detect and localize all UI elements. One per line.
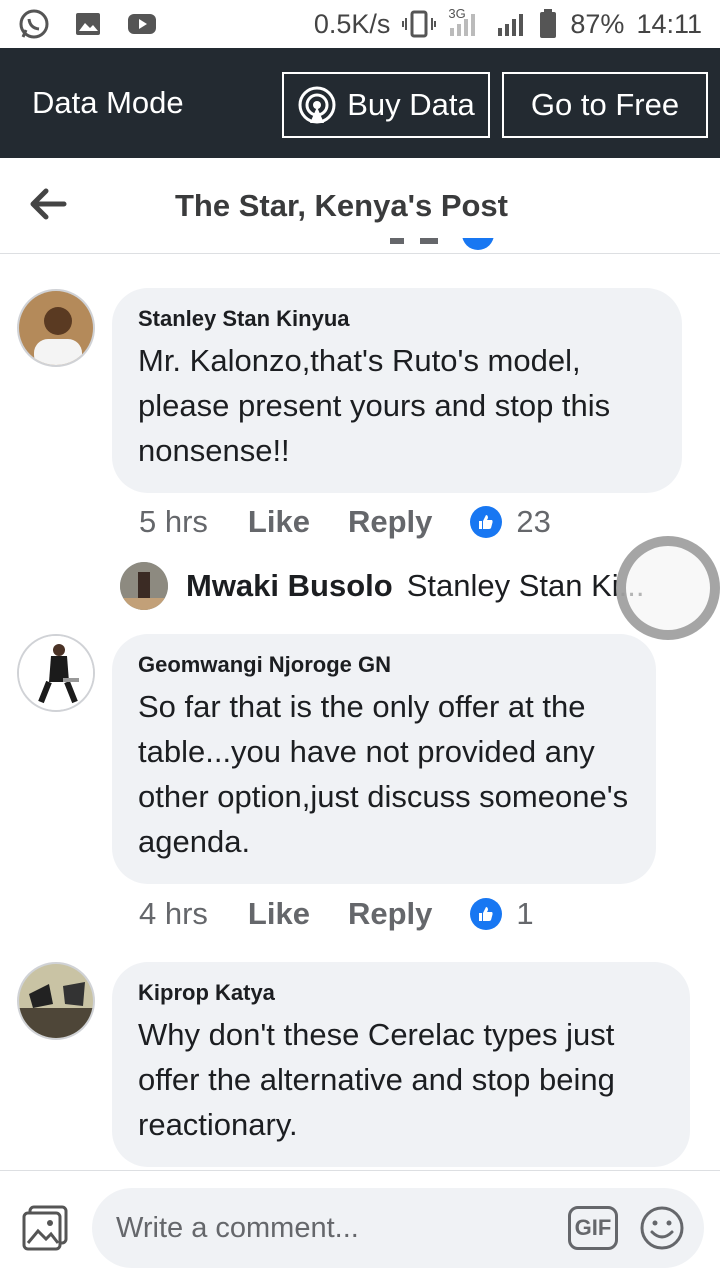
avatar-photo <box>19 636 93 710</box>
status-right: 0.5K/s 3G 87% 14:11 <box>313 6 702 40</box>
comment-text: Why don't these Cerelac types just offer… <box>138 1017 615 1142</box>
comment-time[interactable]: 5 hrs <box>139 504 208 540</box>
like-button[interactable]: Like <box>248 504 310 540</box>
signal-icon-2 <box>498 14 524 36</box>
broadcast-icon <box>298 86 336 124</box>
status-bar: 0.5K/s 3G 87% 14:11 <box>0 0 720 48</box>
comment-author[interactable]: Geomwangi Njoroge GN <box>138 652 630 678</box>
page-title: The Star, Kenya's Post <box>175 188 508 223</box>
buy-data-button[interactable]: Buy Data <box>282 72 490 138</box>
comment-bubble[interactable]: Kiprop Katya Why don't these Cerelac typ… <box>112 962 690 1167</box>
go-to-free-button[interactable]: Go to Free <box>502 72 708 138</box>
back-arrow-icon[interactable] <box>28 186 68 222</box>
comment-input-container[interactable]: GIF <box>92 1188 704 1268</box>
comment-actions: 4 hrs Like Reply 1 <box>139 896 534 932</box>
avatar[interactable] <box>17 634 95 712</box>
reply-button[interactable]: Reply <box>348 896 432 932</box>
status-left-icons <box>18 8 158 40</box>
comment-actions: 5 hrs Like Reply 23 <box>139 504 551 540</box>
touch-indicator <box>616 536 720 640</box>
scrolled-reaction-row <box>390 238 494 250</box>
thumbs-up-icon <box>470 898 503 930</box>
youtube-icon <box>128 14 156 34</box>
reaction-count[interactable]: 23 <box>516 504 550 540</box>
avatar-photo <box>19 291 93 365</box>
battery-level: 87% <box>570 8 625 39</box>
comment-bubble[interactable]: Stanley Stan Kinyua Mr. Kalonzo,that's R… <box>112 288 682 493</box>
network-speed: 0.5K/s <box>313 8 391 39</box>
reaction-count[interactable]: 1 <box>516 896 533 932</box>
photo-icon[interactable] <box>20 1201 72 1253</box>
whatsapp-icon <box>19 9 49 39</box>
comment-author[interactable]: Kiprop Katya <box>138 980 664 1006</box>
vibrate-icon <box>402 10 437 38</box>
go-to-free-label: Go to Free <box>530 87 680 122</box>
reply-author: Mwaki Busolo <box>186 568 393 603</box>
battery-icon <box>540 9 557 38</box>
thumbs-up-icon <box>470 506 503 538</box>
comment-text: Mr. Kalonzo,that's Ruto's model, please … <box>138 343 611 468</box>
data-mode-bar: Data Mode Buy Data Go to Free <box>0 48 720 158</box>
avatar-photo <box>19 964 93 1038</box>
comment-time[interactable]: 4 hrs <box>139 896 208 932</box>
reply-snippet: Stanley Stan Ki... <box>406 568 645 603</box>
buy-data-label: Buy Data <box>347 87 475 122</box>
data-mode-title: Data Mode <box>32 85 184 120</box>
post-header: The Star, Kenya's Post <box>0 158 720 254</box>
like-button[interactable]: Like <box>248 896 310 932</box>
clock: 14:11 <box>636 8 702 39</box>
comment-input[interactable] <box>116 1211 536 1245</box>
reply-button[interactable]: Reply <box>348 504 432 540</box>
avatar <box>120 562 168 610</box>
comment-composer: GIF <box>0 1170 720 1280</box>
gallery-icon <box>76 13 100 35</box>
avatar[interactable] <box>17 962 95 1040</box>
avatar[interactable] <box>17 289 95 367</box>
gif-label: GIF <box>574 1215 612 1240</box>
network-type: 3G <box>448 6 484 38</box>
emoji-icon[interactable] <box>638 1204 686 1252</box>
comment-bubble[interactable]: Geomwangi Njoroge GN So far that is the … <box>112 634 656 884</box>
gif-button[interactable]: GIF <box>568 1206 618 1250</box>
comment-author[interactable]: Stanley Stan Kinyua <box>138 306 656 332</box>
reply-preview[interactable]: Mwaki Busolo Stanley Stan Ki... <box>120 562 680 610</box>
comment-text: So far that is the only offer at the tab… <box>138 689 629 859</box>
